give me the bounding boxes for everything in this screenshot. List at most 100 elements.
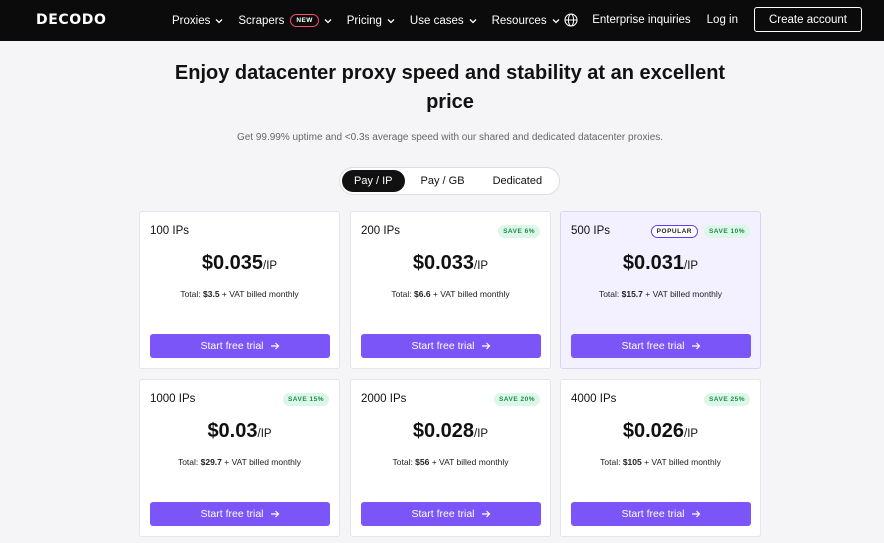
nav-item-label: Pricing	[346, 14, 382, 27]
billing-toggle: Pay / IP Pay / GB Dedicated	[339, 167, 560, 195]
arrow-right-icon	[270, 341, 280, 351]
nav-item-proxies[interactable]: Proxies	[172, 15, 224, 27]
nav-item-label: Resources	[491, 14, 547, 27]
total-prefix: Total:	[177, 457, 201, 467]
button-label: Start free trial	[200, 508, 264, 520]
create-account-button[interactable]: Create account	[754, 7, 862, 32]
button-label: Start free trial	[411, 340, 475, 352]
plan-price: $0.035/IP	[140, 252, 339, 275]
start-free-trial-button[interactable]: Start free trial	[150, 334, 330, 358]
total-amount: $29.7	[200, 457, 222, 467]
plan-total: Total: $3.5 + VAT billed monthly	[140, 289, 339, 299]
page-title: Enjoy datacenter proxy speed and stabili…	[150, 59, 750, 117]
plan-badges: SAVE 6%	[498, 225, 540, 238]
plan-price: $0.026/IP	[561, 420, 760, 443]
total-suffix: + VAT billed monthly	[219, 289, 299, 299]
top-navigation: DECODO Proxies Scrapers NEW Pricing Use …	[0, 0, 884, 41]
pricing-card-100: 100 IPs $0.035/IP Total: $3.5 + VAT bill…	[139, 211, 340, 369]
total-amount: $3.5	[203, 289, 220, 299]
nav-item-resources[interactable]: Resources	[492, 15, 561, 27]
plan-total: Total: $15.7 + VAT billed monthly	[561, 289, 760, 299]
total-suffix: + VAT billed monthly	[641, 457, 721, 467]
price-amount: $0.035	[201, 252, 264, 274]
plan-title: 4000 IPs	[571, 393, 617, 405]
plan-total: Total: $105 + VAT billed monthly	[561, 457, 760, 467]
price-unit: /IP	[257, 428, 272, 440]
arrow-right-icon	[270, 509, 280, 519]
arrow-right-icon	[481, 509, 491, 519]
total-prefix: Total:	[600, 457, 623, 467]
pricing-card-2000: 2000 IPs SAVE 20% $0.028/IP Total: $56 +…	[350, 379, 551, 537]
total-suffix: + VAT billed monthly	[430, 289, 510, 299]
page-title-line: price	[426, 91, 474, 113]
page-title-line: Enjoy datacenter proxy speed and stabili…	[174, 62, 726, 84]
total-suffix: + VAT billed monthly	[429, 457, 509, 467]
button-label: Start free trial	[621, 508, 685, 520]
enterprise-inquiries-link[interactable]: Enterprise inquiries	[592, 14, 690, 26]
nav-menu: Proxies Scrapers NEW Pricing Use cases R…	[172, 0, 561, 41]
nav-item-label: Use cases	[409, 14, 464, 27]
save-badge: SAVE 25%	[703, 393, 750, 406]
plan-price: $0.031/IP	[561, 252, 760, 275]
plan-price: $0.03/IP	[140, 420, 339, 443]
price-amount: $0.031	[622, 252, 685, 274]
new-badge: NEW	[290, 14, 319, 27]
nav-right: Enterprise inquiries Log in Create accou…	[564, 7, 862, 32]
plan-title: 500 IPs	[571, 225, 610, 237]
price-unit: /IP	[474, 260, 489, 272]
plan-total: Total: $29.7 + VAT billed monthly	[140, 457, 339, 467]
logo[interactable]: DECODO	[36, 12, 106, 28]
total-prefix: Total:	[598, 289, 622, 299]
chevron-down-icon	[214, 16, 224, 26]
plan-total: Total: $6.6 + VAT billed monthly	[351, 289, 550, 299]
arrow-right-icon	[691, 509, 701, 519]
pricing-card-1000: 1000 IPs SAVE 15% $0.03/IP Total: $29.7 …	[139, 379, 340, 537]
button-label: Start free trial	[621, 340, 685, 352]
plan-price: $0.028/IP	[351, 420, 550, 443]
pricing-card-4000: 4000 IPs SAVE 25% $0.026/IP Total: $105 …	[560, 379, 761, 537]
start-free-trial-button[interactable]: Start free trial	[361, 334, 541, 358]
pricing-card-500: 500 IPs POPULAR SAVE 10% $0.031/IP Total:…	[560, 211, 761, 369]
price-unit: /IP	[684, 428, 699, 440]
save-badge: SAVE 10%	[703, 225, 750, 238]
price-amount: $0.026	[622, 420, 685, 442]
chevron-down-icon	[551, 16, 561, 26]
plan-badges: SAVE 15%	[282, 393, 329, 406]
plan-badges: POPULAR SAVE 10%	[650, 225, 750, 238]
arrow-right-icon	[691, 341, 701, 351]
save-badge: SAVE 6%	[498, 225, 540, 238]
price-amount: $0.033	[412, 252, 475, 274]
total-amount: $6.6	[414, 289, 431, 299]
nav-item-pricing[interactable]: Pricing	[347, 15, 396, 27]
nav-item-label: Scrapers	[238, 14, 285, 27]
total-suffix: + VAT billed monthly	[642, 289, 723, 299]
total-suffix: + VAT billed monthly	[221, 457, 302, 467]
plan-title: 2000 IPs	[361, 393, 407, 405]
start-free-trial-button[interactable]: Start free trial	[361, 502, 541, 526]
globe-icon[interactable]	[564, 12, 578, 27]
pricing-card-200: 200 IPs SAVE 6% $0.033/IP Total: $6.6 + …	[350, 211, 551, 369]
tab-pay-per-ip[interactable]: Pay / IP	[342, 170, 405, 192]
start-free-trial-button[interactable]: Start free trial	[150, 502, 330, 526]
chevron-down-icon	[386, 16, 396, 26]
arrow-right-icon	[481, 341, 491, 351]
total-amount: $105	[622, 457, 642, 467]
save-badge: SAVE 15%	[282, 393, 329, 406]
save-badge: SAVE 20%	[493, 393, 540, 406]
plan-title: 200 IPs	[361, 225, 400, 237]
start-free-trial-button[interactable]: Start free trial	[571, 502, 751, 526]
button-label: Start free trial	[411, 508, 475, 520]
start-free-trial-button[interactable]: Start free trial	[571, 334, 751, 358]
total-amount: $15.7	[621, 289, 643, 299]
plan-title: 1000 IPs	[150, 393, 196, 405]
popular-badge: POPULAR	[650, 225, 698, 238]
nav-item-label: Proxies	[172, 14, 211, 27]
tab-pay-per-gb[interactable]: Pay / GB	[409, 170, 477, 192]
plan-total: Total: $56 + VAT billed monthly	[351, 457, 550, 467]
login-link[interactable]: Log in	[707, 14, 738, 26]
tab-dedicated[interactable]: Dedicated	[481, 170, 555, 192]
nav-item-use-cases[interactable]: Use cases	[410, 15, 478, 27]
plan-badges: SAVE 20%	[493, 393, 540, 406]
price-unit: /IP	[474, 428, 489, 440]
nav-item-scrapers[interactable]: Scrapers NEW	[238, 14, 332, 27]
